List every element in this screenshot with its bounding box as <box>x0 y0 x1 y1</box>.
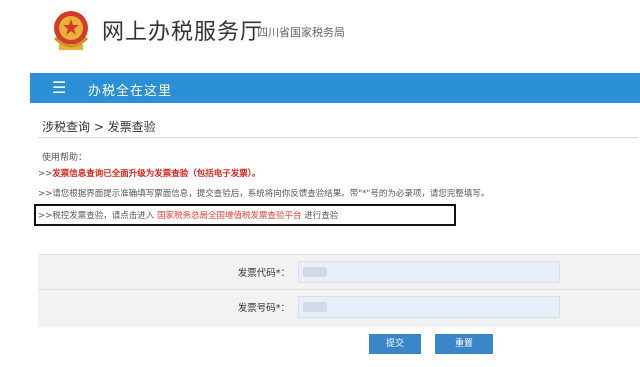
help-line-prefix: >> <box>38 189 53 199</box>
page-footer-strip <box>0 356 640 367</box>
help-line-prefix: >> <box>38 169 53 179</box>
national-emblem-icon <box>53 11 89 50</box>
site-subtitle: 四川省国家税务局 <box>257 26 345 39</box>
invoice-number-input[interactable] <box>298 296 560 318</box>
redacted-value <box>303 267 327 277</box>
help-line-1: >>发票信息查询已全面升级为发票查验（包括电子发票）。 <box>38 167 261 179</box>
invoice-code-label: 发票代码*： <box>237 268 290 279</box>
help-line-text: 请您根据界面提示准确填写票面信息，提交查验后，系统将向你反馈查验结果。带"*"号… <box>52 189 490 199</box>
main-navbar: ☰ 办税全在这里 <box>30 73 640 103</box>
form-row-divider <box>38 289 640 290</box>
site-title: 网上办税服务厅 <box>102 20 264 45</box>
help-title: 使用帮助： <box>42 153 88 163</box>
redacted-value <box>303 302 327 312</box>
breadcrumb: 涉税查询 > 发票查验 <box>42 120 156 134</box>
invoice-number-label: 发票号码*： <box>237 303 290 314</box>
divider <box>38 137 638 138</box>
nav-label[interactable]: 办税全在这里 <box>88 80 172 99</box>
invoice-code-input[interactable] <box>298 261 560 283</box>
highlight-box <box>34 204 456 226</box>
menu-icon[interactable]: ☰ <box>52 78 66 98</box>
submit-button[interactable]: 提交 <box>369 334 421 354</box>
page-header: 网上办税服务厅 四川省国家税务局 <box>0 0 640 72</box>
help-line-text: 发票信息查询已全面升级为发票查验（包括电子发票）。 <box>52 169 261 179</box>
reset-button[interactable]: 重置 <box>435 334 493 354</box>
help-line-2: >>请您根据界面提示准确填写票面信息，提交查验后，系统将向你反馈查验结果。带"*… <box>38 187 489 199</box>
